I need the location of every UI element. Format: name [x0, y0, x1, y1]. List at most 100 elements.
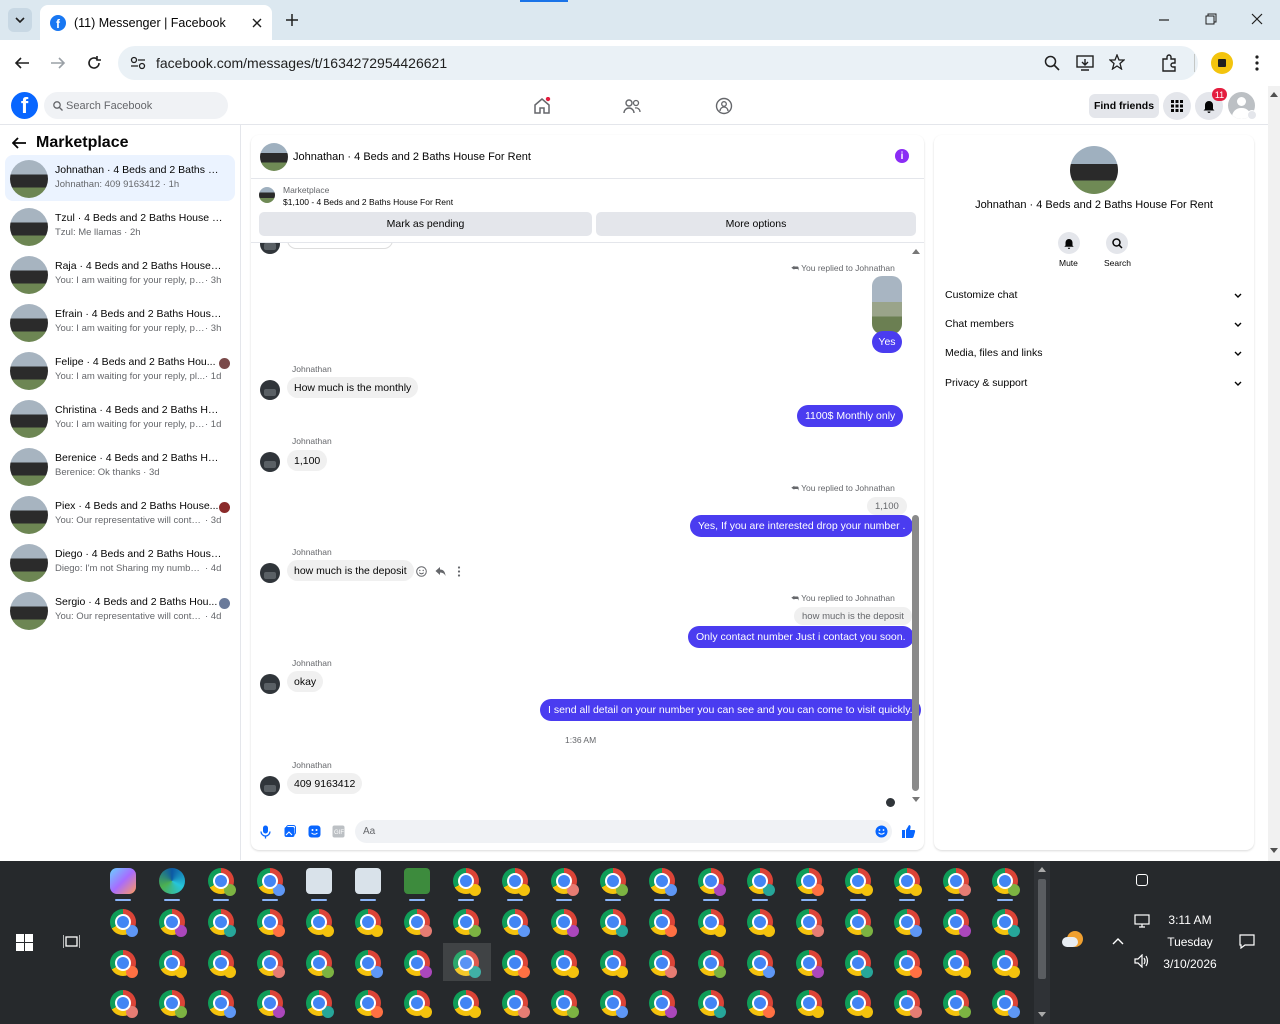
chrome-profile-icon[interactable]: [551, 909, 579, 937]
tab-search-button[interactable]: [8, 8, 32, 32]
scroll-up-icon[interactable]: [1270, 91, 1278, 97]
chrome-profile-icon[interactable]: [796, 990, 824, 1018]
scroll-down-icon[interactable]: [1038, 1012, 1046, 1017]
chrome-profile-icon[interactable]: [257, 868, 285, 901]
chrome-profile-icon[interactable]: [257, 990, 285, 1018]
profile-photo[interactable]: [1070, 146, 1118, 194]
weather-icon[interactable]: [1062, 931, 1084, 949]
bookmark-star-icon[interactable]: [1109, 54, 1125, 70]
find-friends-button[interactable]: Find friends: [1089, 94, 1159, 118]
mute-button[interactable]: [1058, 232, 1080, 254]
chrome-profile-icon[interactable]: [404, 950, 432, 978]
like-thumb-icon[interactable]: [901, 824, 916, 839]
chrome-profile-icon[interactable]: [600, 868, 628, 901]
chrome-profile-icon[interactable]: [306, 990, 334, 1018]
copilot-icon[interactable]: [110, 868, 136, 901]
chrome-profile-icon[interactable]: [698, 990, 726, 1018]
listing-title[interactable]: $1,100 - 4 Beds and 2 Baths House For Re…: [283, 197, 453, 207]
close-icon[interactable]: [252, 18, 262, 28]
chrome-profile-icon[interactable]: [600, 909, 628, 937]
chrome-profile-icon[interactable]: [551, 950, 579, 978]
chrome-profile-icon[interactable]: [208, 950, 236, 978]
more-menu-icon[interactable]: [1254, 55, 1260, 71]
conversation-item[interactable]: Christina · 4 Beds and 2 Baths Hou... You…: [5, 395, 235, 441]
restore-icon[interactable]: [1205, 13, 1217, 25]
chrome-profile-icon[interactable]: [649, 950, 677, 978]
chrome-profile-icon[interactable]: [502, 990, 530, 1018]
message-outgoing[interactable]: I send all detail on your number you can…: [540, 699, 921, 721]
chrome-profile-icon[interactable]: [649, 868, 677, 901]
chrome-profile-icon[interactable]: [551, 990, 579, 1018]
chrome-profile-icon[interactable]: [208, 868, 236, 901]
chrome-profile-icon[interactable]: [355, 990, 383, 1018]
message-incoming[interactable]: okay: [287, 671, 324, 692]
chrome-profile-icon[interactable]: [747, 990, 775, 1018]
chrome-profile-icon[interactable]: [796, 909, 824, 937]
edge-icon[interactable]: [159, 868, 185, 901]
microphone-icon[interactable]: [260, 825, 271, 839]
react-emoji-icon[interactable]: [416, 566, 427, 577]
scroll-up-icon[interactable]: [1038, 867, 1046, 872]
meet-now-icon[interactable]: [1136, 874, 1148, 886]
chrome-profile-icon[interactable]: [943, 868, 971, 901]
chrome-profile-icon[interactable]: [306, 950, 334, 978]
gif-icon[interactable]: GIF: [332, 825, 345, 838]
chrome-profile-icon[interactable]: [355, 909, 383, 937]
message-outgoing[interactable]: Yes, If you are interested drop your num…: [690, 515, 914, 537]
scroll-up-icon[interactable]: [912, 249, 920, 254]
chrome-profile-icon[interactable]: [453, 909, 481, 937]
quoted-photo[interactable]: [872, 276, 902, 334]
chrome-profile-icon[interactable]: [894, 909, 922, 937]
back-icon[interactable]: [14, 55, 30, 71]
more-actions-icon[interactable]: [457, 566, 461, 577]
media-files-links-item[interactable]: Media, files and links: [945, 343, 1242, 363]
chrome-profile-icon[interactable]: [747, 950, 775, 978]
privacy-support-item[interactable]: Privacy & support: [945, 373, 1242, 393]
message-outgoing[interactable]: Yes: [872, 331, 902, 353]
photo-icon[interactable]: [284, 825, 296, 838]
chrome-profile-icon[interactable]: [992, 950, 1020, 978]
chrome-profile-icon[interactable]: [110, 909, 138, 937]
chrome-profile-icon[interactable]: [404, 990, 432, 1018]
chrome-profile-icon[interactable]: [698, 868, 726, 901]
desktop-app-icon[interactable]: [306, 868, 332, 901]
chrome-profile-icon[interactable]: [159, 950, 187, 978]
more-options-button[interactable]: More options: [596, 212, 916, 236]
home-icon[interactable]: [533, 97, 551, 115]
site-settings-icon[interactable]: [130, 56, 146, 70]
chrome-profile-icon[interactable]: [845, 868, 873, 901]
chrome-profile-icon[interactable]: [992, 909, 1020, 937]
clock-day[interactable]: Tuesday: [1160, 935, 1220, 949]
conversation-item[interactable]: Johnathan · 4 Beds and 2 Baths H... Johna…: [5, 155, 235, 201]
windows-start-icon[interactable]: [16, 934, 33, 951]
desktop-app-icon[interactable]: [404, 868, 430, 901]
scroll-down-icon[interactable]: [1270, 848, 1278, 854]
chrome-profile-icon[interactable]: [551, 868, 579, 901]
clock-date[interactable]: 3/10/2026: [1158, 957, 1222, 971]
chrome-profile-icon[interactable]: [845, 909, 873, 937]
quoted-message[interactable]: how much is the deposit: [794, 607, 912, 625]
conversation-item[interactable]: Efrain · 4 Beds and 2 Baths House ... You…: [5, 299, 235, 345]
address-bar[interactable]: facebook.com/messages/t/1634272954426621: [118, 46, 1198, 80]
conversation-item[interactable]: Diego · 4 Beds and 2 Baths House ... Dieg…: [5, 539, 235, 585]
emoji-icon[interactable]: [875, 825, 888, 838]
sticker-icon[interactable]: [308, 825, 321, 838]
chrome-profile-icon[interactable]: [110, 990, 138, 1018]
forward-icon[interactable]: [50, 55, 66, 71]
chrome-profile-icon[interactable]: [894, 990, 922, 1018]
conversation-item[interactable]: Felipe · 4 Beds and 2 Baths Hou... You: I…: [5, 347, 235, 393]
chrome-profile-icon[interactable]: [992, 990, 1020, 1018]
chrome-profile-icon[interactable]: [159, 909, 187, 937]
message-outgoing[interactable]: 1100$ Monthly only: [797, 405, 904, 427]
window-close-icon[interactable]: [1251, 13, 1263, 25]
notification-center-icon[interactable]: [1239, 934, 1255, 949]
chrome-profile-icon[interactable]: [943, 909, 971, 937]
scrollbar-thumb[interactable]: [1038, 879, 1046, 979]
show-hidden-icons-icon[interactable]: [1112, 937, 1124, 945]
volume-icon[interactable]: [1134, 954, 1150, 968]
chrome-profile-icon[interactable]: [355, 950, 383, 978]
chrome-profile-icon[interactable]: [257, 950, 285, 978]
notifications-button[interactable]: 11: [1195, 88, 1227, 120]
chrome-profile-icon[interactable]: [502, 950, 530, 978]
chrome-profile-icon[interactable]: [306, 909, 334, 937]
